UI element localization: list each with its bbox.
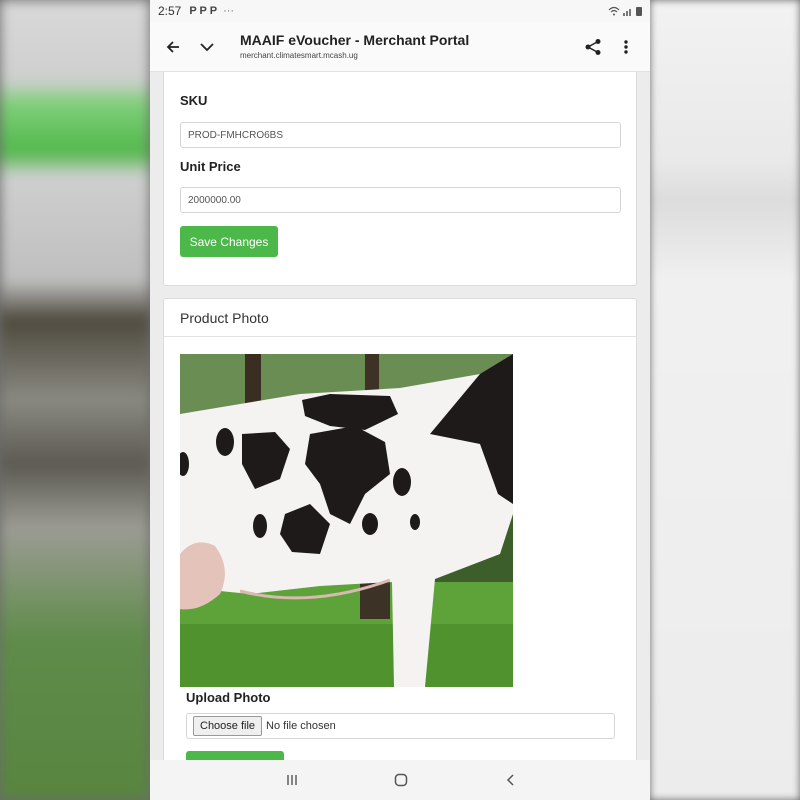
upload-photo-label: Upload Photo [186, 690, 271, 705]
signal-icon [623, 9, 631, 16]
wifi-icon [608, 6, 620, 16]
page-title: MAAIF eVoucher - Merchant Portal [240, 32, 470, 48]
card-header: Product Photo [164, 299, 636, 337]
upload-button-partial[interactable] [186, 751, 284, 760]
back-arrow-icon[interactable] [160, 34, 186, 60]
unit-price-input[interactable]: 2000000.00 [180, 187, 621, 213]
product-details-card: SKU PROD-FMHCRO6BS Unit Price 2000000.00… [163, 72, 637, 286]
save-changes-button[interactable]: Save Changes [180, 226, 278, 257]
no-file-chosen-text: No file chosen [266, 720, 336, 732]
status-time: 2:57 [158, 4, 182, 18]
phone-screen: 2:57 P P P ··· MAAIF eVoucher - Merchant… [150, 0, 650, 800]
file-input[interactable]: Choose file No file chosen [186, 713, 615, 739]
status-bar: 2:57 P P P ··· [150, 0, 650, 22]
back-icon[interactable] [499, 770, 523, 790]
product-photo-title: Product Photo [180, 310, 269, 326]
android-nav-bar [150, 760, 650, 800]
choose-file-button[interactable]: Choose file [193, 716, 263, 736]
recents-icon[interactable] [280, 770, 304, 790]
blurred-background-right [650, 0, 800, 800]
share-icon[interactable] [580, 34, 606, 60]
sku-label: SKU [180, 93, 208, 108]
page-content: SKU PROD-FMHCRO6BS Unit Price 2000000.00… [150, 72, 650, 760]
blurred-background-left [0, 0, 150, 800]
status-right [608, 6, 642, 16]
home-icon[interactable] [389, 770, 413, 790]
chevron-down-icon[interactable] [194, 34, 220, 60]
more-vert-icon[interactable] [613, 34, 639, 60]
product-photo-card: Product Photo Upload Photo Choose file N… [163, 298, 637, 760]
unit-price-label: Unit Price [180, 159, 241, 174]
browser-app-bar: MAAIF eVoucher - Merchant Portal merchan… [150, 22, 650, 72]
notification-icons: P P P [189, 5, 218, 17]
product-photo-image [180, 354, 513, 687]
page-url: merchant.climatesmart.mcash.ug [240, 51, 358, 60]
battery-icon [636, 6, 642, 16]
more-notifications: ··· [223, 5, 235, 17]
sku-input[interactable]: PROD-FMHCRO6BS [180, 122, 621, 148]
